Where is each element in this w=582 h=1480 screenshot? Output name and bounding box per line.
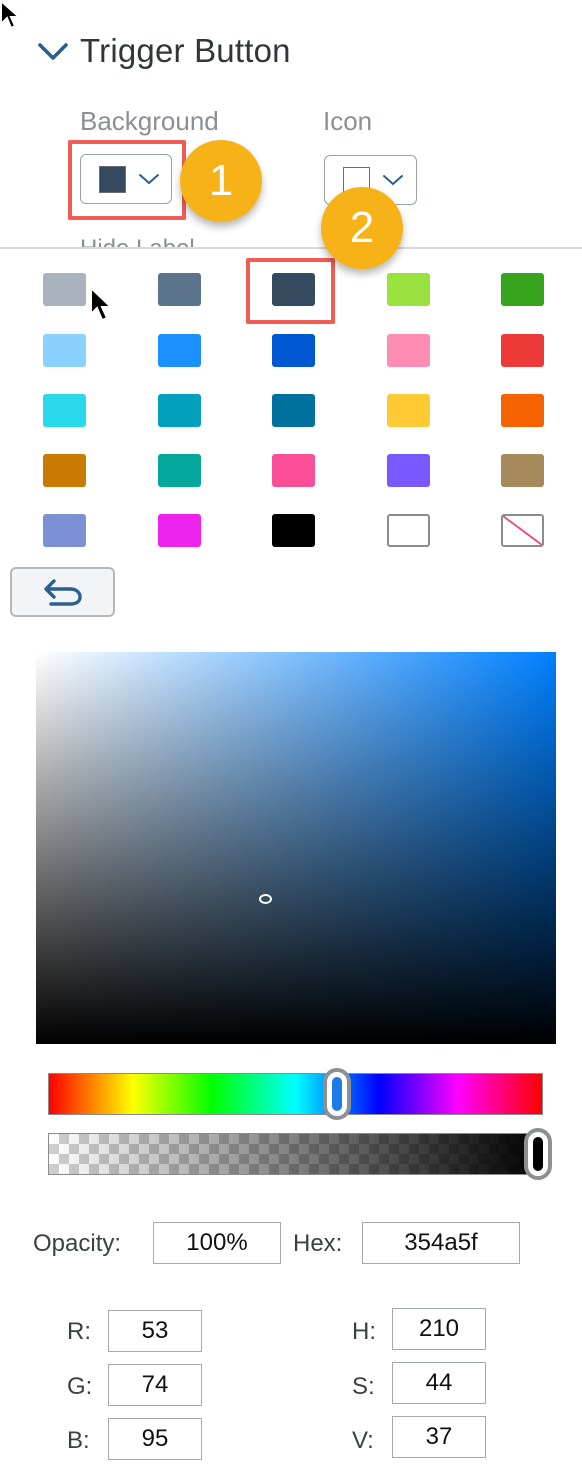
palette-swatch[interactable]	[387, 334, 430, 367]
step-badge-1: 1	[180, 140, 262, 222]
palette-swatch[interactable]	[272, 273, 315, 306]
palette-swatch[interactable]	[501, 273, 544, 306]
palette-swatch[interactable]	[43, 273, 86, 306]
green-input[interactable]: 74	[108, 1364, 202, 1406]
hue-slider[interactable]	[48, 1068, 543, 1120]
palette-swatch[interactable]	[501, 334, 544, 367]
background-color-preview	[99, 165, 126, 193]
palette-swatch[interactable]	[43, 334, 86, 367]
popover-top-border	[0, 247, 582, 249]
hex-input[interactable]: 354a5f	[362, 1222, 520, 1264]
palette-swatch[interactable]	[501, 454, 544, 487]
b-label: B:	[67, 1427, 90, 1454]
palette-swatch[interactable]	[272, 514, 315, 547]
opacity-label: Opacity:	[33, 1230, 122, 1257]
chevron-down-icon	[383, 175, 403, 185]
palette-swatch[interactable]	[43, 454, 86, 487]
palette-swatch[interactable]	[158, 334, 201, 367]
palette-swatch[interactable]	[387, 514, 430, 547]
mouse-pointer-icon	[90, 286, 113, 322]
section-title: Trigger Button	[80, 32, 291, 69]
r-label: R:	[67, 1318, 91, 1345]
opacity-slider-handle[interactable]	[524, 1128, 552, 1180]
trigger-button-section-header[interactable]: Trigger Button	[36, 28, 291, 74]
step-badge-2: 2	[321, 187, 403, 269]
palette-swatch[interactable]	[43, 514, 86, 547]
palette-swatch[interactable]	[387, 454, 430, 487]
reset-color-button[interactable]	[10, 567, 115, 617]
opacity-slider[interactable]	[48, 1128, 552, 1180]
background-color-picker-button[interactable]	[80, 154, 172, 204]
palette-swatch[interactable]	[158, 514, 201, 547]
hue-slider-handle[interactable]	[322, 1068, 351, 1120]
background-label: Background	[80, 106, 219, 136]
palette-swatch[interactable]	[43, 394, 86, 427]
palette-swatch[interactable]	[387, 394, 430, 427]
palette-swatch[interactable]	[158, 454, 201, 487]
palette-swatch[interactable]	[272, 334, 315, 367]
palette-swatch[interactable]	[158, 394, 201, 427]
palette-swatch[interactable]	[158, 273, 201, 306]
palette-swatch[interactable]	[387, 273, 430, 306]
blue-input[interactable]: 95	[108, 1418, 202, 1460]
palette-swatch[interactable]	[272, 454, 315, 487]
palette-swatch[interactable]	[501, 394, 544, 427]
icon-label: Icon	[323, 106, 373, 136]
palette-swatch[interactable]	[272, 394, 315, 427]
hue-handle-indicator	[331, 1077, 342, 1111]
mouse-pointer-icon	[0, 0, 22, 30]
chevron-down-icon	[38, 43, 68, 60]
saturation-value-handle[interactable]	[258, 893, 272, 904]
palette-swatch-none[interactable]	[501, 514, 544, 547]
value-input[interactable]: 37	[392, 1416, 486, 1458]
saturation-value-area[interactable]	[36, 652, 556, 1044]
undo-arrow-icon	[43, 579, 82, 606]
saturation-input[interactable]: 44	[392, 1362, 486, 1404]
red-input[interactable]: 53	[108, 1310, 202, 1352]
hex-label: Hex:	[293, 1230, 343, 1257]
h-label: H:	[352, 1318, 376, 1345]
g-label: G:	[67, 1373, 93, 1400]
opacity-handle-indicator	[533, 1137, 543, 1171]
chevron-down-icon	[139, 174, 159, 184]
v-label: V:	[352, 1427, 374, 1454]
s-label: S:	[352, 1373, 375, 1400]
opacity-input[interactable]: 100%	[153, 1222, 281, 1264]
hue-input[interactable]: 210	[392, 1308, 486, 1350]
